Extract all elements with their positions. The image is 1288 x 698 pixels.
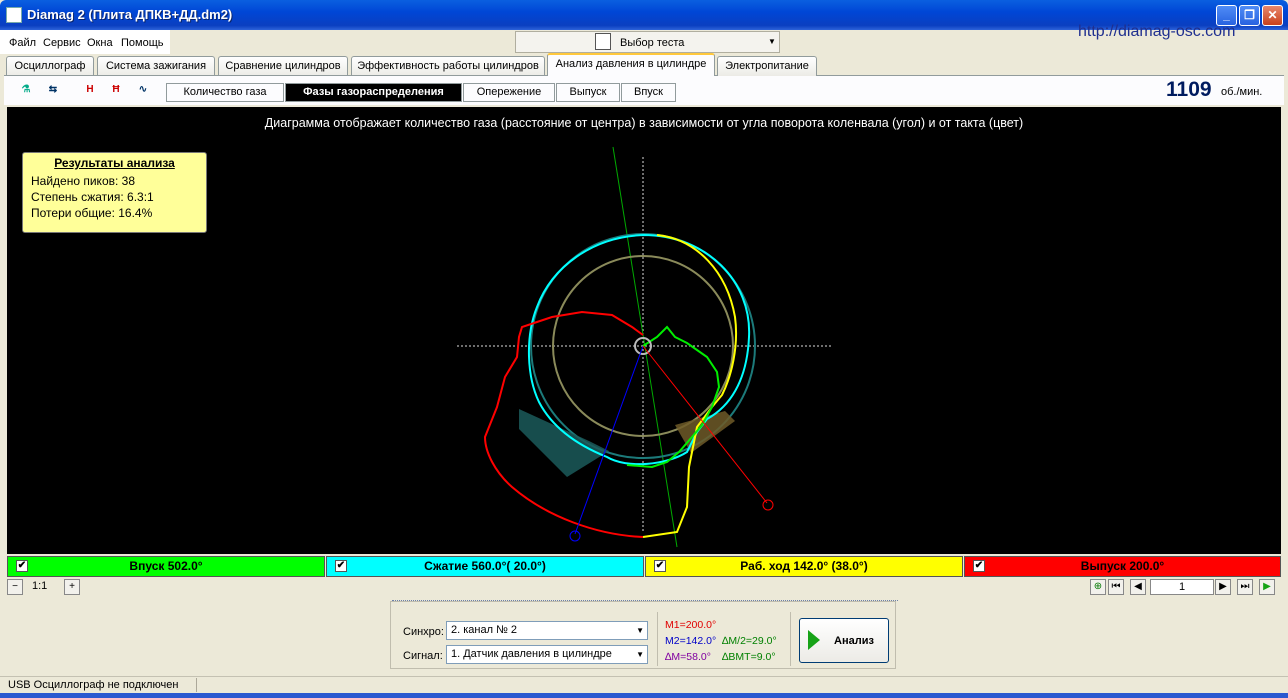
delta-m-value: ∆M=58.0° bbox=[665, 651, 711, 663]
gear-document-icon bbox=[595, 33, 611, 50]
sync-value: 2. канал № 2 bbox=[451, 624, 518, 636]
m1-value: M1=200.0° bbox=[665, 619, 717, 631]
tab-cylinder-efficiency[interactable]: Эффективность работы цилиндров bbox=[351, 56, 545, 76]
tab-ignition[interactable]: Система зажигания bbox=[97, 56, 215, 76]
phase-power[interactable]: ✔ Раб. ход 142.0° (38.0°) bbox=[645, 556, 963, 577]
menu-help[interactable]: Помощь bbox=[121, 37, 164, 49]
analyze-label: Анализ bbox=[834, 635, 874, 647]
menu-windows[interactable]: Окна bbox=[87, 37, 113, 49]
tab-pressure-analysis[interactable]: Анализ давления в цилиндре bbox=[547, 53, 715, 76]
subtab-intake[interactable]: Впуск bbox=[621, 83, 676, 102]
zoom-level: 1:1 bbox=[32, 580, 48, 592]
sync-select[interactable]: 2. канал № 2 ▼ bbox=[446, 621, 648, 640]
chevron-down-icon: ▼ bbox=[768, 37, 776, 46]
play-icon bbox=[808, 630, 820, 650]
auto-marker-icon[interactable]: Ħ bbox=[106, 80, 126, 100]
m1-marker bbox=[762, 499, 774, 511]
chevron-down-icon: ▼ bbox=[636, 650, 644, 659]
phase-compression-checkbox[interactable]: ✔ bbox=[335, 560, 347, 572]
delta-tdc-value: ∆ВМТ=9.0° bbox=[722, 651, 776, 663]
divider bbox=[657, 612, 658, 666]
next-page-button[interactable]: ▶ bbox=[1215, 579, 1231, 595]
intake-sector bbox=[519, 409, 609, 477]
tab-cylinder-compare[interactable]: Сравнение цилиндров bbox=[218, 56, 348, 76]
panel-splitter[interactable] bbox=[392, 600, 898, 604]
subtab-advance[interactable]: Опережение bbox=[463, 83, 555, 102]
zoom-in-button[interactable]: + bbox=[64, 579, 80, 595]
phase-power-label: Раб. ход 142.0° (38.0°) bbox=[740, 559, 868, 573]
window-title: Diamag 2 (Плита ДПКВ+ДД.dm2) bbox=[27, 7, 233, 22]
phase-intake-checkbox[interactable]: ✔ bbox=[16, 560, 28, 572]
tab-oscilloscope[interactable]: Осциллограф bbox=[6, 56, 94, 76]
polar-plot[interactable]: Диаграмма отображает количество газа (ра… bbox=[7, 107, 1281, 554]
signal-label: Сигнал: bbox=[403, 650, 443, 662]
signal-select[interactable]: 1. Датчик давления в цилиндре ▼ bbox=[446, 645, 648, 664]
page-number[interactable]: 1 bbox=[1150, 579, 1214, 595]
chevron-down-icon: ▼ bbox=[636, 626, 644, 635]
divider bbox=[790, 612, 791, 666]
rpm-value: 1109 bbox=[1166, 78, 1212, 101]
prev-page-button[interactable]: ◀ bbox=[1130, 579, 1146, 595]
status-bar bbox=[0, 676, 1288, 693]
phase-exhaust-checkbox[interactable]: ✔ bbox=[973, 560, 985, 572]
total-losses: Потери общие: 16.4% bbox=[31, 206, 153, 220]
app-icon bbox=[6, 7, 22, 23]
status-text: USB Осциллограф не подключен bbox=[8, 679, 179, 691]
tab-power-supply[interactable]: Электропитание bbox=[717, 56, 817, 76]
site-url[interactable]: http://diamag-osc.com bbox=[1078, 23, 1235, 41]
phase-intake-label: Впуск 502.0° bbox=[129, 559, 203, 573]
last-page-button[interactable]: ⏭ bbox=[1237, 579, 1253, 595]
cylinder-icon[interactable]: ⚗ bbox=[16, 80, 36, 100]
test-select-label: Выбор теста bbox=[620, 37, 685, 49]
rpm-unit: об./мин. bbox=[1221, 86, 1263, 98]
phase-compression[interactable]: ✔ Сжатие 560.0°( 20.0°) bbox=[326, 556, 644, 577]
m2-marker bbox=[569, 530, 581, 542]
add-page-icon[interactable]: ⊕ bbox=[1090, 579, 1106, 595]
results-title: Результаты анализа bbox=[54, 156, 175, 170]
phase-power-checkbox[interactable]: ✔ bbox=[654, 560, 666, 572]
numbering-icon[interactable]: ⇆ bbox=[43, 80, 63, 100]
delta-m-half-value: ∆M/2=29.0° bbox=[722, 635, 777, 647]
peaks-found: Найдено пиков: 38 bbox=[31, 174, 136, 188]
marker-icon[interactable]: H bbox=[80, 80, 100, 100]
phase-exhaust[interactable]: ✔ Выпуск 200.0° bbox=[964, 556, 1281, 577]
waveform-icon[interactable]: ∿ bbox=[133, 80, 153, 100]
restore-button[interactable]: ❐ bbox=[1239, 5, 1260, 26]
m2-value: M2=142.0° bbox=[665, 635, 717, 647]
first-page-button[interactable]: ⏮ bbox=[1108, 579, 1124, 595]
status-divider bbox=[196, 678, 197, 692]
menu-file[interactable]: Файл bbox=[9, 37, 36, 49]
m1-line bbox=[642, 345, 768, 504]
power-stroke-trace bbox=[642, 234, 738, 538]
intake-trace bbox=[626, 325, 721, 469]
zoom-out-button[interactable]: − bbox=[7, 579, 23, 595]
play-button[interactable]: ▶ bbox=[1259, 579, 1275, 595]
compression-ratio: Степень сжатия: 6.3:1 bbox=[31, 190, 154, 204]
phase-exhaust-label: Выпуск 200.0° bbox=[1080, 559, 1165, 573]
phase-intake[interactable]: ✔ Впуск 502.0° bbox=[7, 556, 325, 577]
analysis-results: Результаты анализа Найдено пиков: 38 Сте… bbox=[22, 152, 207, 233]
phase-compression-label: Сжатие 560.0°( 20.0°) bbox=[424, 559, 546, 573]
subtab-valve-timing[interactable]: Фазы газораспределения bbox=[285, 83, 462, 102]
sync-label: Синхро: bbox=[403, 626, 444, 638]
subtab-gas-amount[interactable]: Количество газа bbox=[166, 83, 284, 102]
tdc-line bbox=[612, 146, 678, 548]
subtab-exhaust[interactable]: Выпуск bbox=[556, 83, 620, 102]
close-button[interactable]: ✕ bbox=[1262, 5, 1283, 26]
signal-value: 1. Датчик давления в цилиндре bbox=[451, 648, 612, 660]
menu-service[interactable]: Сервис bbox=[43, 37, 81, 49]
taskbar-strip bbox=[0, 693, 1288, 698]
